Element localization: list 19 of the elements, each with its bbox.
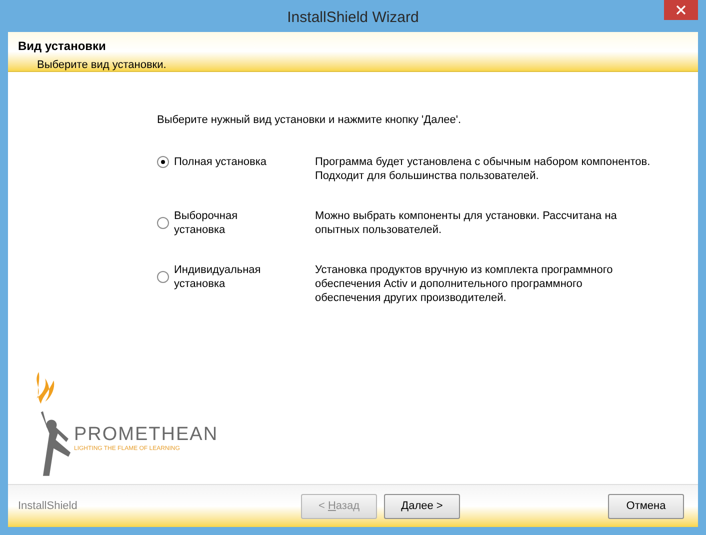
instruction-text: Выберите нужный вид установки и нажмите кнопку 'Далее'.: [157, 113, 462, 128]
logo-name: PROMETHEAN: [74, 425, 218, 445]
option-description: Можно выбрать компоненты для установки. Рассчитана на опытных пользователей.: [315, 208, 617, 236]
header-title: Вид установки: [18, 38, 107, 55]
radio-button[interactable]: [157, 270, 169, 282]
close-button[interactable]: [664, 0, 698, 20]
option-label[interactable]: Полная установка: [174, 154, 267, 168]
header-subtitle: Выберите вид установки.: [36, 58, 168, 73]
footer-brand: InstallShield: [18, 498, 78, 514]
radio-button[interactable]: [157, 156, 169, 168]
close-icon: [676, 5, 686, 15]
wizard-button[interactable]: Отмена: [608, 494, 684, 518]
option-description: Установка продуктов вручную из комплекта программного обеспечения Activ и дополнительного программного обеспечения других производителей.: [315, 262, 613, 304]
option-label[interactable]: Индивидуальная установка: [174, 262, 261, 290]
option-label[interactable]: Выборочная установка: [174, 208, 238, 236]
option-description: Программа будет установлена с обычным набором компонентов. Подходит для большинства пользователей.: [315, 154, 650, 182]
radio-button[interactable]: [157, 216, 169, 228]
window-title: InstallShield Wizard: [287, 8, 419, 28]
wizard-button[interactable]: Далее >: [384, 494, 460, 518]
